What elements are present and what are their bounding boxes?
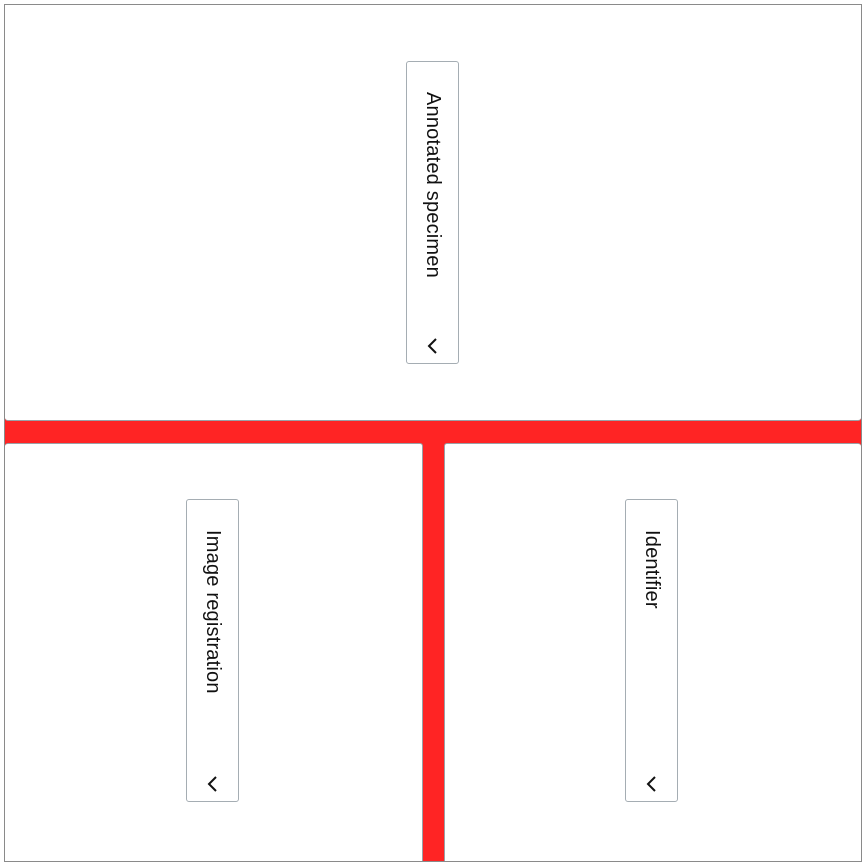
chevron-left-icon — [206, 775, 220, 793]
chevron-left-icon — [426, 337, 440, 355]
chevron-left-icon — [645, 775, 659, 793]
panel-bottom-right: Identifier — [444, 443, 861, 861]
panel-top: Annotated specimen — [5, 5, 861, 421]
panel-bottom-left: Image registration — [5, 443, 423, 861]
select-label: Identifier — [641, 530, 663, 609]
annotated-specimen-select[interactable]: Annotated specimen — [406, 61, 459, 364]
select-label: Image registration — [202, 530, 224, 694]
image-registration-select[interactable]: Image registration — [186, 499, 239, 802]
split-layout-frame: Annotated specimen Image registration Id… — [4, 4, 862, 862]
select-label: Annotated specimen — [422, 92, 444, 278]
identifier-select[interactable]: Identifier — [625, 499, 678, 802]
